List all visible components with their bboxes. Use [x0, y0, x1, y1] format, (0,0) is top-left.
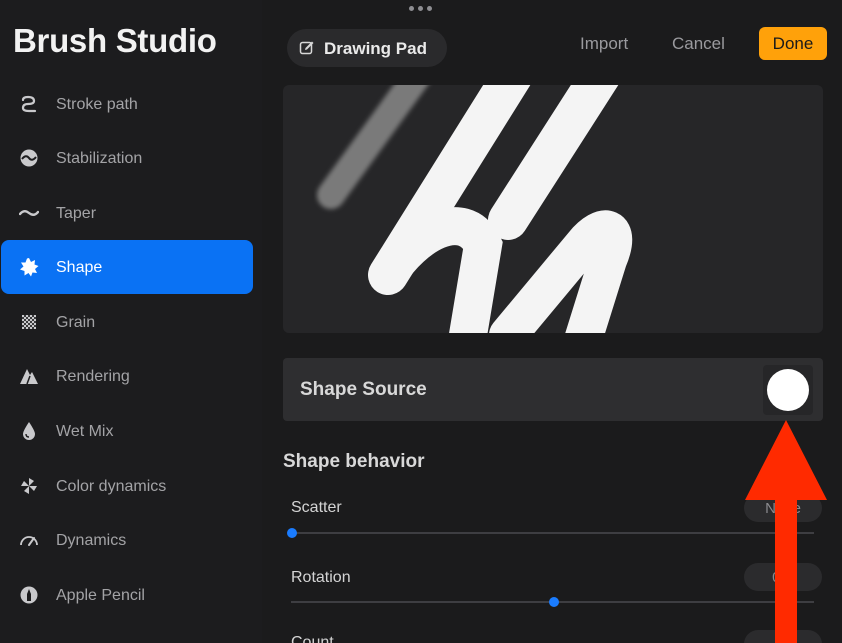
sidebar-item-grain[interactable]: Grain [1, 295, 253, 349]
sidebar-item-label: Taper [56, 205, 97, 222]
grain-icon [18, 312, 40, 332]
sidebar-item-label: Shape [56, 259, 103, 276]
sidebar-item-label: Dynamics [56, 532, 127, 549]
sidebar-item-apple-pencil[interactable]: Apple Pencil [1, 568, 253, 622]
wet-mix-icon [18, 421, 40, 441]
more-options-handle[interactable] [406, 6, 434, 12]
rotation-slider-knob[interactable] [548, 597, 559, 607]
drawing-pad-label: Drawing Pad [324, 39, 427, 58]
sidebar-item-label: Apple Pencil [56, 587, 145, 604]
count-label: Count [291, 634, 334, 643]
sidebar-item-shape[interactable]: Shape [1, 240, 253, 294]
cancel-button[interactable]: Cancel [672, 34, 725, 54]
sidebar-item-label: Color dynamics [56, 478, 167, 495]
app-title: Brush Studio [13, 22, 217, 59]
sidebar-item-stabilization[interactable]: Stabilization [1, 131, 253, 185]
shape-source-row[interactable]: Shape Source [283, 358, 823, 421]
color-dynamics-icon [18, 476, 40, 496]
stabilization-icon [18, 148, 40, 168]
scatter-slider-knob[interactable] [287, 528, 297, 538]
taper-icon [18, 203, 40, 223]
dynamics-icon [18, 530, 40, 550]
sidebar-item-rendering[interactable]: Rendering [1, 349, 253, 403]
scatter-slider-track[interactable] [291, 532, 814, 534]
sidebar-item-stroke-path[interactable]: Stroke path [1, 77, 253, 131]
annotation-arrow-icon [745, 420, 827, 643]
sidebar-item-color-dynamics[interactable]: Color dynamics [1, 459, 253, 513]
drawing-pad-button[interactable]: Drawing Pad [287, 29, 447, 67]
sidebar-item-label: Rendering [56, 368, 130, 385]
sidebar-item-label: Stabilization [56, 150, 143, 167]
shape-source-thumbnail[interactable] [763, 365, 813, 415]
scatter-label: Scatter [291, 499, 342, 516]
rendering-icon [18, 366, 40, 386]
drawing-pad-canvas[interactable] [283, 85, 823, 333]
import-button[interactable]: Import [580, 34, 628, 54]
rotation-label: Rotation [291, 569, 351, 586]
sidebar-item-label: Grain [56, 314, 96, 331]
shape-icon [18, 257, 40, 277]
brush-stroke-preview [317, 85, 633, 333]
stroke-path-icon [18, 94, 40, 114]
sidebar-item-taper[interactable]: Taper [1, 186, 253, 240]
sidebar-item-label: Wet Mix [56, 423, 114, 440]
sidebar: Brush Studio Stroke path Stabilization T… [0, 0, 262, 643]
round-shape-icon [767, 369, 809, 411]
shape-source-label: Shape Source [300, 379, 427, 400]
done-button[interactable]: Done [759, 27, 827, 60]
edit-icon [299, 41, 314, 55]
shape-behavior-title: Shape behavior [283, 451, 425, 472]
sidebar-item-label: Stroke path [56, 96, 138, 113]
sidebar-item-dynamics[interactable]: Dynamics [1, 513, 253, 567]
sidebar-item-wet-mix[interactable]: Wet Mix [1, 404, 253, 458]
apple-pencil-icon [18, 585, 40, 605]
